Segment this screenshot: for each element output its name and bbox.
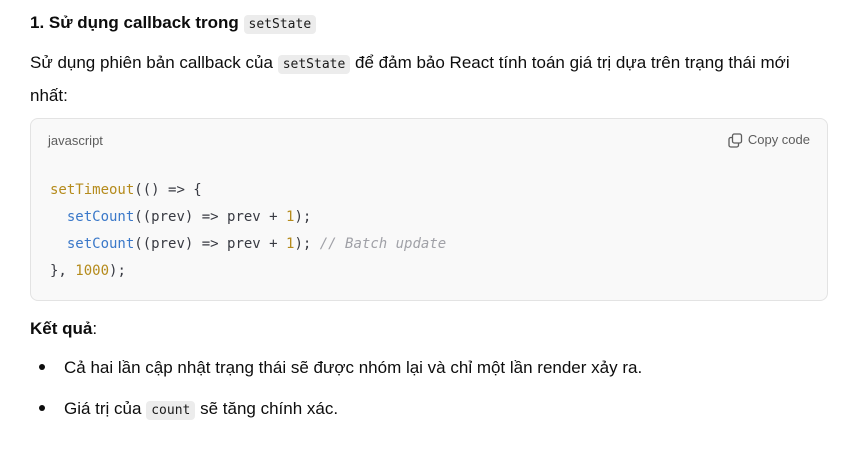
code-token-text: );: [109, 263, 126, 279]
code-token-fn: setCount: [66, 209, 135, 225]
result-list: Cả hai lần cập nhật trạng thái sẽ được n…: [30, 352, 642, 434]
code-block: javascript Copy code setTimeout(() => { …: [30, 118, 828, 301]
code-token-text: );: [294, 236, 312, 252]
section-heading: 1. Sử dụng callback trong setState: [30, 12, 317, 36]
para-text-before: Sử dụng phiên bản callback của: [30, 53, 273, 72]
code-line-1: setTimeout(() => {: [50, 177, 446, 204]
copy-code-label: Copy code: [747, 132, 810, 147]
code-token-text: );: [294, 209, 312, 225]
code-token-text: (() => {: [134, 182, 202, 198]
result-heading: Kết quả:: [30, 318, 97, 340]
code-token-number: 1000: [75, 263, 110, 279]
code-line-3: setCount((prev) => prev + 1); // Batch u…: [50, 231, 446, 258]
bullet-inline-code: count: [146, 401, 196, 420]
para-inline-code: setState: [277, 55, 351, 74]
bullet-text-before: Giá trị của: [64, 399, 142, 418]
bullet-text: Cả hai lần cập nhật trạng thái sẽ được n…: [64, 358, 643, 377]
result-label-colon: :: [92, 319, 98, 338]
list-item: Giá trị của count sẽ tăng chính xác.: [30, 393, 642, 424]
code-content: setTimeout(() => { setCount((prev) => pr…: [50, 177, 446, 285]
code-line-2: setCount((prev) => prev + 1);: [50, 204, 446, 231]
code-token-text: ((prev) => prev +: [134, 209, 287, 225]
code-token-fn: setTimeout: [50, 182, 135, 198]
heading-text: 1. Sử dụng callback trong: [30, 13, 239, 32]
code-token-fn: setCount: [66, 236, 135, 252]
intro-paragraph: Sử dụng phiên bản callback của setState …: [30, 47, 830, 111]
copy-icon: [728, 132, 743, 148]
code-token-comment: // Batch update: [319, 236, 447, 252]
heading-inline-code: setState: [243, 15, 317, 34]
code-language-label: javascript: [48, 133, 103, 148]
code-line-4: }, 1000);: [50, 258, 446, 285]
bullet-dot: [39, 405, 45, 411]
bullet-text-after: sẽ tăng chính xác.: [200, 399, 339, 418]
code-token-text: ((prev) => prev +: [134, 236, 287, 252]
code-token-text: },: [50, 263, 76, 279]
result-label-text: Kết quả: [30, 319, 93, 338]
copy-code-button[interactable]: Copy code: [728, 131, 810, 149]
list-item: Cả hai lần cập nhật trạng thái sẽ được n…: [30, 352, 642, 383]
bullet-dot: [39, 364, 45, 370]
